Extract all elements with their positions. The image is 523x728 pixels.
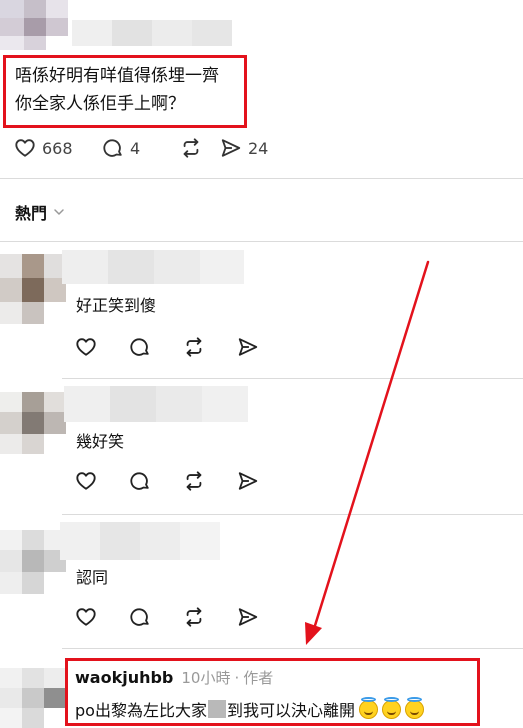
red-arrow-annotation bbox=[305, 260, 430, 645]
